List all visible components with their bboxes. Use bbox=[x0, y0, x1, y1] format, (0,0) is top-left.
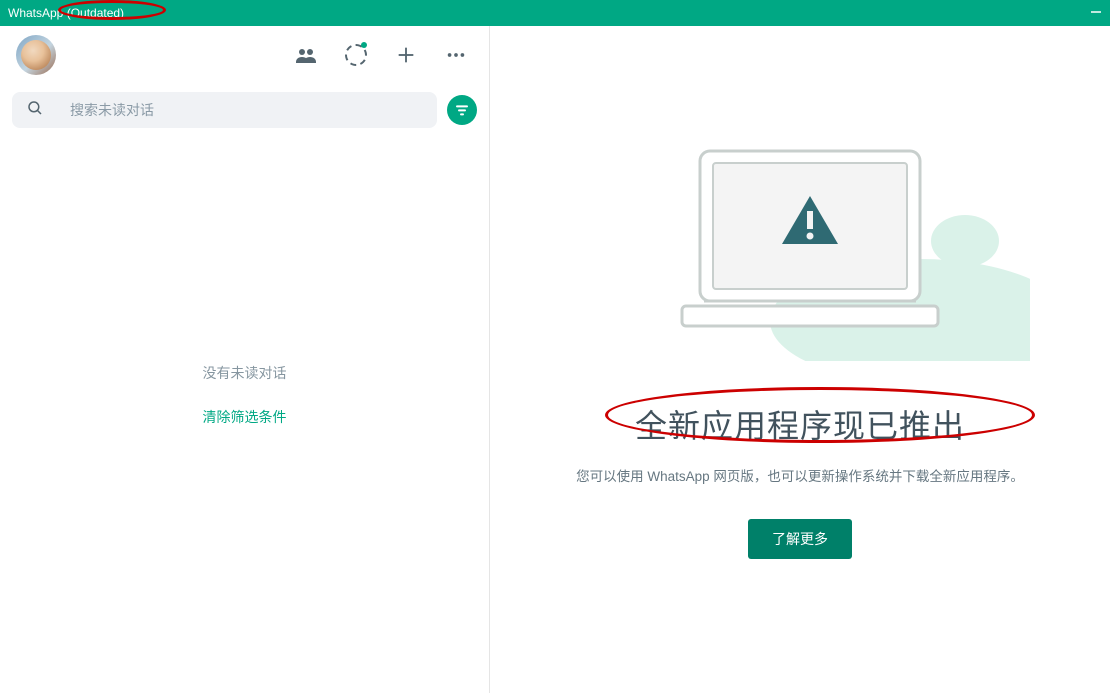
sidebar: 没有未读对话 清除筛选条件 bbox=[0, 26, 490, 693]
titlebar: WhatsApp (Outdated) bbox=[0, 0, 1110, 26]
avatar[interactable] bbox=[16, 35, 56, 75]
chat-list-empty: 没有未读对话 清除筛选条件 bbox=[0, 116, 489, 673]
communities-icon[interactable] bbox=[293, 42, 319, 68]
main-subtitle: 您可以使用 WhatsApp 网页版，也可以更新操作系统并下载全新应用程序。 bbox=[576, 465, 1024, 485]
menu-icon[interactable] bbox=[443, 42, 469, 68]
hero-illustration bbox=[570, 111, 1030, 361]
main-panel: 全新应用程序现已推出 您可以使用 WhatsApp 网页版，也可以更新操作系统并… bbox=[490, 26, 1110, 693]
clear-filter-link[interactable]: 清除筛选条件 bbox=[203, 407, 287, 427]
sidebar-header bbox=[0, 26, 489, 84]
main-title: 全新应用程序现已推出 bbox=[635, 401, 965, 447]
minimize-button[interactable] bbox=[1090, 6, 1102, 20]
new-chat-icon[interactable] bbox=[393, 42, 419, 68]
window-title: WhatsApp (Outdated) bbox=[8, 6, 124, 20]
learn-more-button[interactable]: 了解更多 bbox=[748, 519, 852, 559]
status-icon[interactable] bbox=[343, 42, 369, 68]
empty-message: 没有未读对话 bbox=[203, 363, 287, 383]
